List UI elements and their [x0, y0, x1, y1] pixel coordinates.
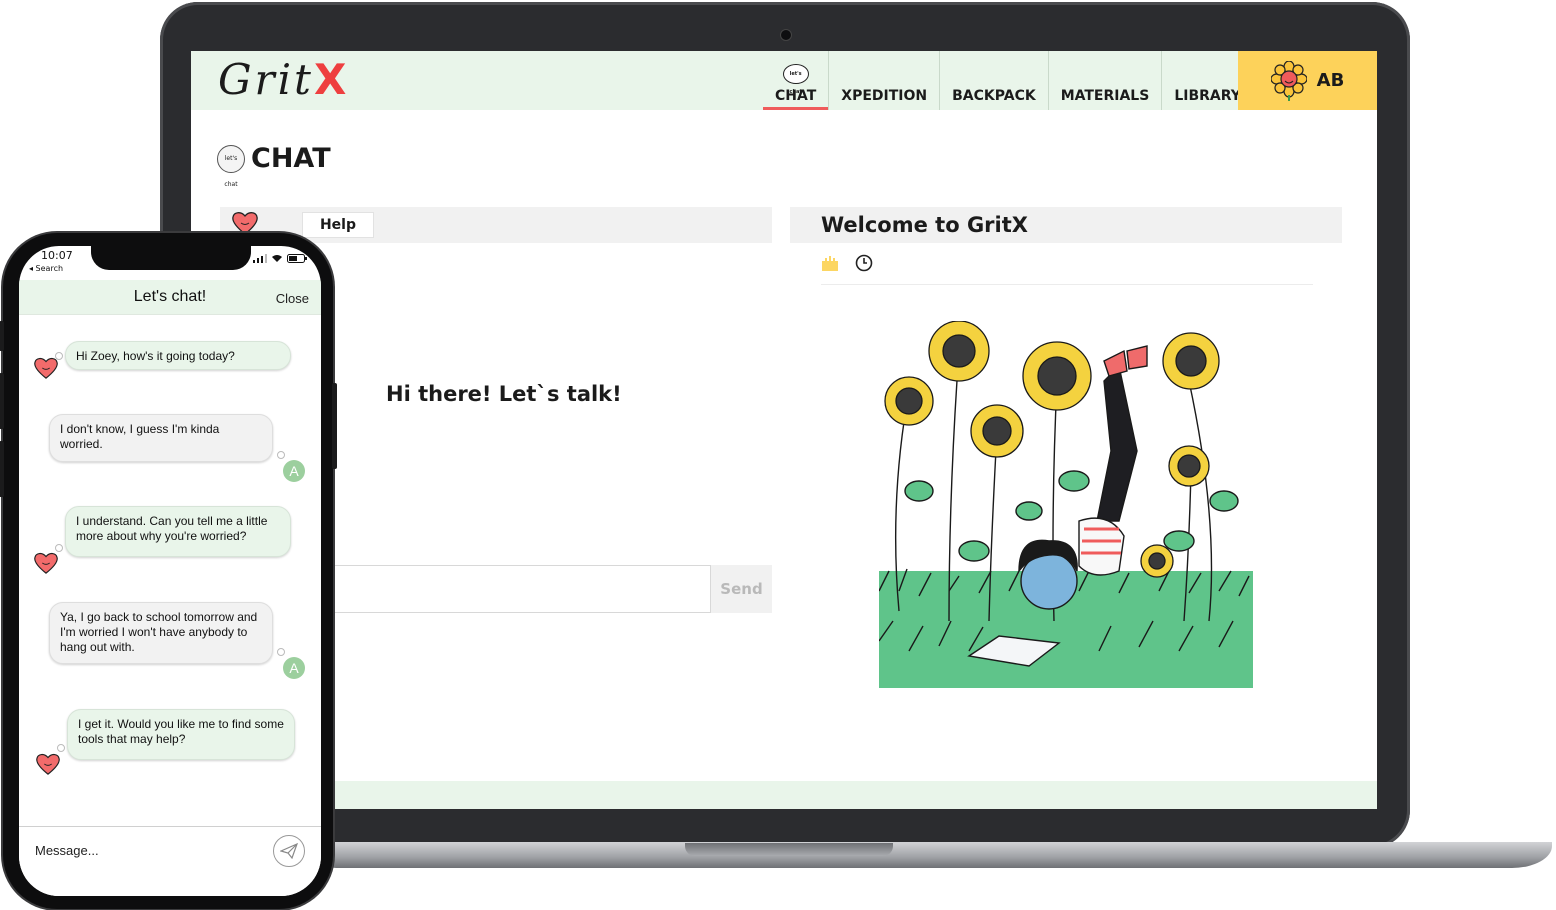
logo[interactable]: GritX: [218, 55, 349, 104]
message-bubble-bot: Hi Zoey, how's it going today?: [65, 341, 291, 370]
phone-chat-header: Let's chat! Close: [19, 280, 321, 315]
chat-greeting: Hi there! Let`s talk!: [386, 382, 622, 406]
bubble-tail: [55, 352, 63, 360]
user-menu[interactable]: AB: [1238, 51, 1377, 110]
page-title: CHAT: [251, 143, 331, 174]
send-label: Send: [720, 580, 763, 598]
phone-side-button: [332, 383, 337, 469]
send-button[interactable]: Send: [711, 565, 772, 613]
user-initials: AB: [1316, 70, 1345, 91]
nav-chat[interactable]: let's chat CHAT: [763, 51, 829, 110]
phone-frame: 10:07 ◂ Search Let's chat! Close Hi Zoey…: [0, 233, 337, 909]
logo-accent: X: [313, 55, 350, 104]
bubble-tail: [277, 451, 285, 459]
chat-message-input[interactable]: [321, 565, 711, 613]
nav-backpack[interactable]: BACKPACK: [939, 51, 1048, 110]
divider: [821, 284, 1313, 285]
paper-plane-icon: [280, 843, 298, 859]
main-nav: let's chat CHAT XPEDITION BACKPACK MATER…: [763, 51, 1253, 110]
message-bubble-bot: I understand. Can you tell me a little m…: [65, 506, 291, 557]
battery-icon: [287, 254, 307, 263]
phone-side-button: [0, 321, 4, 351]
message-input[interactable]: Message...: [35, 843, 99, 858]
app-header: GritX let's chat CHAT XPEDITION BACKPACK…: [191, 51, 1377, 110]
bubble-tail: [277, 648, 285, 656]
sunflower-illustration: [879, 321, 1253, 688]
message-text: I understand. Can you tell me a little m…: [76, 514, 268, 543]
nav-label: BACKPACK: [952, 88, 1036, 104]
nav-label: LIBRARY: [1174, 88, 1241, 104]
welcome-title: Welcome to GritX: [821, 213, 1028, 237]
nav-label: XPEDITION: [841, 88, 928, 104]
phone-screen: 10:07 ◂ Search Let's chat! Close Hi Zoey…: [19, 246, 321, 896]
close-button[interactable]: Close: [276, 291, 309, 306]
app-footer: [191, 781, 1377, 809]
message-composer: Message...: [19, 826, 321, 896]
help-tab[interactable]: Help: [302, 212, 374, 238]
phone-side-button: [0, 373, 4, 429]
message-text: Ya, I go back to school tomorrow and I'm…: [60, 610, 258, 654]
user-avatar: A: [283, 657, 305, 679]
nav-label: MATERIALS: [1060, 88, 1150, 104]
bubble-tail: [57, 744, 65, 752]
send-button[interactable]: [273, 835, 305, 867]
speech-bubble-icon: let's chat: [217, 144, 245, 188]
castle-icon: [822, 256, 838, 271]
title-bubble-text: let's chat: [224, 154, 238, 188]
logo-text: Grit: [218, 55, 314, 104]
page-title-row: let's chat CHAT: [217, 143, 331, 188]
message-text: Hi Zoey, how's it going today?: [76, 349, 235, 363]
phone-side-button: [0, 441, 4, 497]
status-back-link[interactable]: ◂ Search: [29, 264, 63, 273]
heart-icon: [36, 753, 60, 775]
nav-materials[interactable]: MATERIALS: [1047, 51, 1162, 110]
welcome-header: Welcome to GritX: [790, 207, 1342, 243]
speech-bubble-icon: let's chat: [782, 64, 809, 95]
bubble-tail: [55, 544, 63, 552]
welcome-meta: [821, 254, 873, 272]
nav-bubble-text: let's chat: [789, 71, 802, 95]
laptop-screen: GritX let's chat CHAT XPEDITION BACKPACK…: [191, 51, 1377, 809]
wifi-icon: [272, 255, 282, 262]
heart-icon: [34, 552, 58, 574]
message-text: I get it. Would you like me to find some…: [78, 717, 284, 746]
help-tab-label: Help: [319, 217, 357, 233]
status-time: 10:07: [41, 249, 73, 262]
nav-xpedition[interactable]: XPEDITION: [828, 51, 939, 110]
user-avatar: A: [283, 460, 305, 482]
message-text: I don't know, I guess I'm kinda worried.: [60, 422, 220, 451]
clock-icon: [855, 254, 873, 272]
laptop-base: [300, 842, 1552, 868]
message-bubble-bot: I get it. Would you like me to find some…: [67, 709, 295, 760]
camera: [780, 29, 792, 41]
heart-icon: [34, 357, 58, 379]
laptop-notch: [685, 843, 893, 856]
message-bubble-user: Ya, I go back to school tomorrow and I'm…: [49, 602, 273, 664]
flower-icon: [1270, 60, 1307, 101]
status-icons: [253, 254, 307, 263]
signal-icon: [253, 254, 267, 263]
phone-notch: [91, 246, 251, 270]
message-bubble-user: I don't know, I guess I'm kinda worried.: [49, 414, 273, 462]
